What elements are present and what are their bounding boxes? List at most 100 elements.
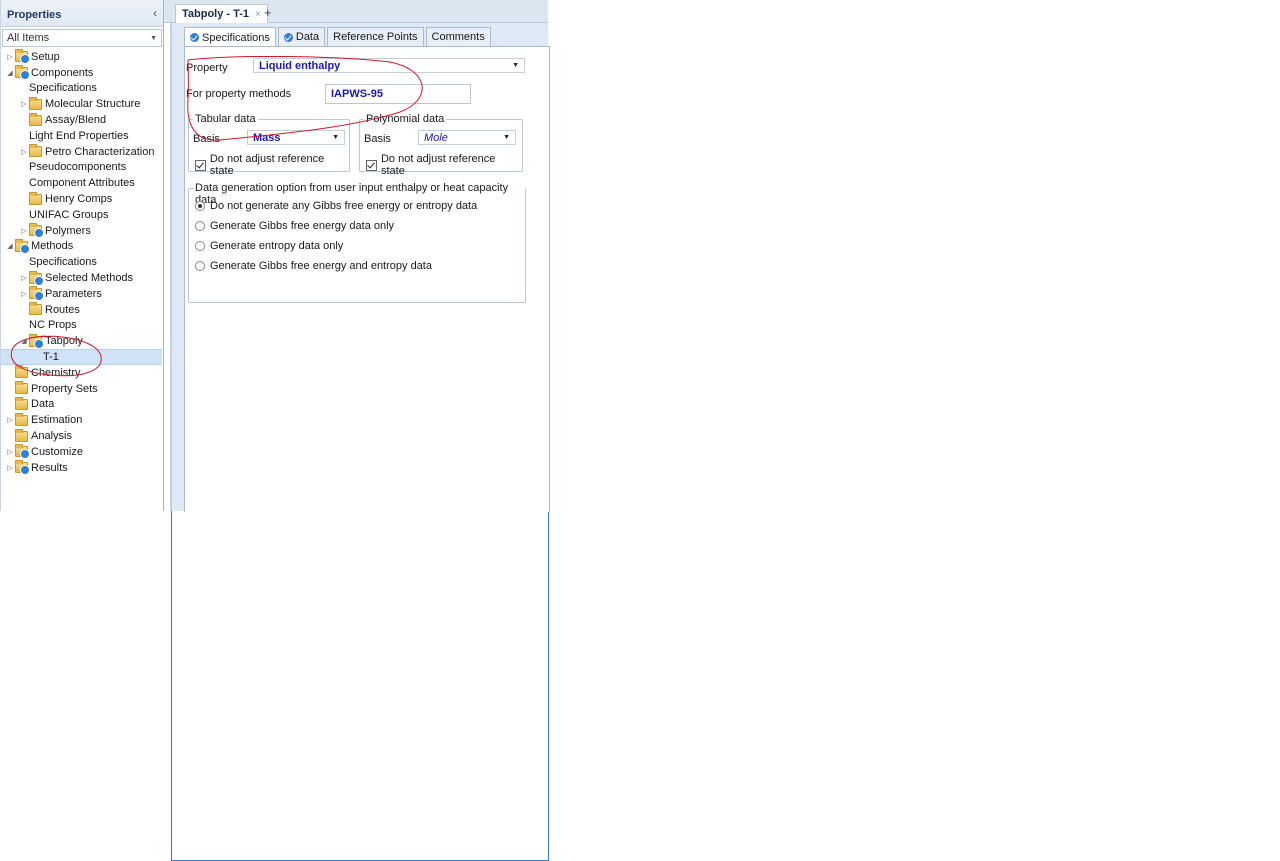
folder-icon	[15, 365, 28, 379]
tree-item-label: Parameters	[45, 287, 102, 300]
data-generation-radio[interactable]: Generate Gibbs free energy data only	[195, 220, 394, 232]
expand-arrow-icon[interactable]: ▷	[19, 227, 29, 235]
chevron-down-icon: ▼	[512, 62, 519, 69]
folder-icon	[29, 112, 42, 126]
tabular-checkbox-label: Do not adjust reference state	[209, 153, 325, 177]
expand-arrow-icon[interactable]: ▷	[19, 290, 29, 298]
folder-icon	[15, 381, 28, 395]
expand-arrow-icon[interactable]: ▷	[5, 53, 15, 61]
subtab[interactable]: Reference Points	[327, 27, 424, 47]
polynomial-basis-dropdown[interactable]: Mole ▼	[418, 130, 516, 145]
tree-item[interactable]: ▷ Petro Characterization	[1, 144, 163, 160]
nav-title: Properties	[7, 9, 62, 21]
tree-item[interactable]: Specifications	[1, 254, 549, 766]
data-generation-radio[interactable]: Generate Gibbs free energy and entropy d…	[195, 260, 432, 272]
tree-item[interactable]: Routes	[1, 302, 163, 318]
expand-arrow-icon[interactable]: ▷	[19, 100, 29, 108]
folder-icon	[29, 270, 44, 286]
tree-item[interactable]: Property Sets	[1, 381, 163, 397]
tree-item[interactable]: Data	[1, 396, 163, 413]
chevron-down-icon: ▼	[332, 134, 339, 141]
folder-icon	[15, 238, 30, 254]
tabular-adjust-checkbox[interactable]: Do not adjust reference state	[195, 153, 349, 177]
tree-item[interactable]: NC Props	[1, 318, 549, 829]
tree-item[interactable]: Light End Properties	[1, 128, 549, 639]
tree-item[interactable]: ◢ Components	[1, 65, 163, 81]
tree-item-label: Chemistry	[31, 366, 81, 379]
subtab[interactable]: Comments	[425, 27, 491, 47]
document-tab[interactable]: Tabpoly - T-1 ×	[175, 4, 268, 23]
property-label: Property	[186, 62, 228, 74]
tree-item[interactable]: ◢ Methods	[1, 238, 163, 255]
tree-item[interactable]: Assay/Blend	[1, 112, 163, 128]
tree-item-label: UNIFAC Groups	[29, 208, 109, 221]
tree-item[interactable]: Chemistry	[1, 365, 163, 381]
collapse-arrow-icon[interactable]: ◢	[5, 242, 15, 250]
tree-item[interactable]: ▷ Molecular Structure	[1, 96, 163, 112]
tree-item-label: Molecular Structure	[45, 98, 141, 111]
form-subtabs: Specifications Data Reference Points Commen…	[184, 27, 493, 48]
data-generation-radio[interactable]: Do not generate any Gibbs free energy or…	[195, 200, 477, 212]
tree-item[interactable]: ▷ Results	[1, 460, 163, 476]
subtab-label: Comments	[431, 31, 485, 43]
navigation-tree: ▷ Setup ◢ Components Specifications ▷ Molecula…	[1, 49, 549, 861]
folder-icon	[15, 460, 30, 476]
folder-icon	[15, 49, 30, 65]
tree-item[interactable]: Pseudocomponents	[1, 160, 549, 671]
tabular-basis-dropdown[interactable]: Mass ▼	[247, 130, 345, 145]
tree-item[interactable]: Henry Comps	[1, 191, 163, 207]
tree-item-label: Analysis	[31, 430, 72, 443]
folder-icon	[29, 302, 42, 316]
data-generation-group: Data generation option from user input e…	[188, 182, 526, 303]
folder-icon	[15, 428, 28, 442]
collapse-arrow-icon[interactable]: ◢	[19, 337, 29, 345]
tree-item-label: Routes	[45, 303, 80, 316]
tree-item-label: Estimation	[31, 414, 83, 427]
folder-icon	[29, 96, 42, 110]
property-dropdown[interactable]: Liquid enthalpy ▼	[253, 58, 525, 73]
check-circle-icon	[283, 32, 293, 42]
tree-item-label: NC Props	[29, 319, 77, 332]
tree-item[interactable]: ▷ Selected Methods	[1, 270, 163, 286]
expand-arrow-icon[interactable]: ▷	[5, 416, 15, 424]
document-tab-label: Tabpoly - T-1	[182, 8, 250, 20]
close-icon[interactable]: ×	[255, 9, 261, 20]
tree-item[interactable]: ◢ Tabpoly	[1, 333, 163, 349]
polynomial-adjust-checkbox[interactable]: Do not adjust reference state	[366, 153, 522, 177]
tree-item[interactable]: ▷ Parameters	[1, 286, 163, 302]
tree-item[interactable]: Component Attributes	[1, 175, 549, 687]
radio-label: Generate Gibbs free energy and entropy d…	[210, 260, 432, 272]
methods-label: For property methods	[186, 88, 292, 100]
tree-item[interactable]: UNIFAC Groups	[1, 207, 549, 718]
tree-item[interactable]: Analysis	[1, 428, 163, 444]
collapse-pane-icon[interactable]: ‹	[153, 6, 157, 20]
tree-item-label: Selected Methods	[45, 272, 134, 285]
property-value: Liquid enthalpy	[259, 59, 341, 72]
expand-arrow-icon[interactable]: ▷	[5, 448, 15, 456]
collapse-arrow-icon[interactable]: ◢	[5, 69, 15, 77]
expand-arrow-icon[interactable]: ▷	[19, 148, 29, 156]
expand-arrow-icon[interactable]: ▷	[19, 274, 29, 282]
tree-item[interactable]: ▷ Estimation	[1, 412, 163, 428]
tree-item[interactable]: ▷ Customize	[1, 444, 163, 460]
expand-arrow-icon[interactable]: ▷	[5, 464, 15, 472]
tree-item-label: Components	[31, 66, 94, 79]
tree-item[interactable]: Specifications	[1, 81, 549, 592]
tabular-basis-label: Basis	[193, 133, 220, 145]
tree-item[interactable]: T-1	[1, 349, 549, 861]
tree-item-label: Methods	[31, 240, 74, 253]
tree-item[interactable]: ▷ Setup	[1, 49, 163, 65]
add-tab-button[interactable]: +	[264, 5, 272, 20]
tree-item[interactable]: ▷ Polymers	[1, 223, 163, 239]
polynomial-data-title: Polynomial data	[364, 113, 447, 125]
subtab[interactable]: Data	[277, 27, 326, 47]
tree-item-label: Specifications	[29, 256, 97, 269]
property-methods-field[interactable]: IAPWS-95	[325, 84, 471, 104]
nav-filter-dropdown[interactable]: All Items ▼	[2, 29, 162, 47]
data-generation-radio[interactable]: Generate entropy data only	[195, 240, 343, 252]
tree-item-label: Assay/Blend	[45, 114, 107, 127]
radio-unselected-icon	[195, 261, 205, 271]
radio-label: Do not generate any Gibbs free energy or…	[210, 200, 478, 212]
subtab[interactable]: Specifications	[184, 27, 276, 48]
tree-item-label: Henry Comps	[45, 193, 113, 206]
